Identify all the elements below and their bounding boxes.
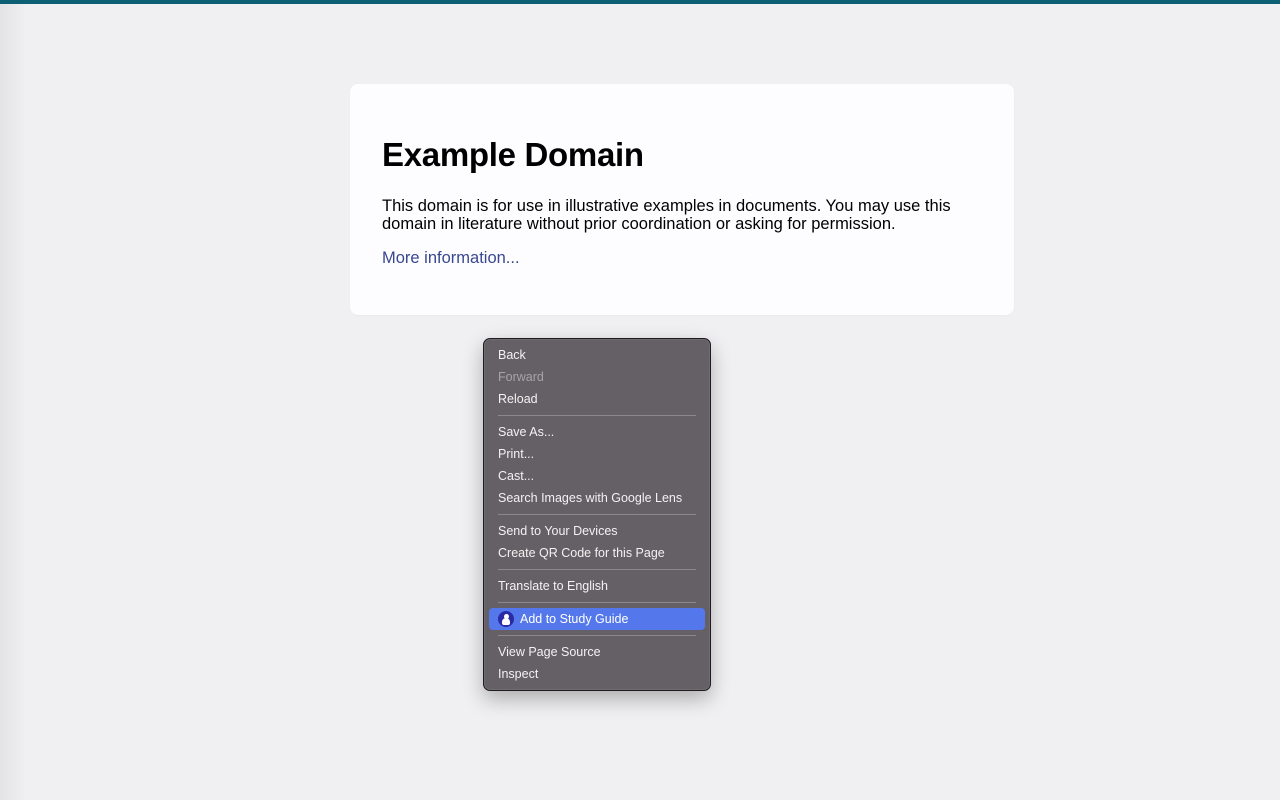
menu-item-inspect[interactable]: Inspect bbox=[489, 663, 705, 685]
menu-item-back[interactable]: Back bbox=[489, 344, 705, 366]
menu-separator bbox=[498, 415, 696, 416]
menu-item-send-to-devices[interactable]: Send to Your Devices bbox=[489, 520, 705, 542]
menu-separator bbox=[498, 635, 696, 636]
menu-separator bbox=[498, 514, 696, 515]
menu-item-view-page-source[interactable]: View Page Source bbox=[489, 641, 705, 663]
more-information-link[interactable]: More information... bbox=[382, 249, 520, 268]
page-description: This domain is for use in illustrative e… bbox=[382, 197, 951, 233]
menu-separator bbox=[498, 602, 696, 603]
context-menu: Back Forward Reload Save As... Print... … bbox=[483, 338, 711, 691]
menu-item-add-to-study-guide[interactable]: Add to Study Guide bbox=[489, 608, 705, 630]
content-card: Example Domain This domain is for use in… bbox=[350, 84, 1014, 315]
left-edge-shadow bbox=[0, 4, 26, 800]
menu-item-translate[interactable]: Translate to English bbox=[489, 575, 705, 597]
menu-item-google-lens[interactable]: Search Images with Google Lens bbox=[489, 487, 705, 509]
menu-item-create-qr-code[interactable]: Create QR Code for this Page bbox=[489, 542, 705, 564]
top-accent-bar bbox=[0, 0, 1280, 4]
menu-item-print[interactable]: Print... bbox=[489, 443, 705, 465]
menu-item-reload[interactable]: Reload bbox=[489, 388, 705, 410]
menu-item-label: Add to Study Guide bbox=[520, 612, 629, 626]
study-guide-extension-icon bbox=[498, 611, 514, 627]
menu-item-save-as[interactable]: Save As... bbox=[489, 421, 705, 443]
page-title: Example Domain bbox=[382, 136, 644, 173]
menu-item-cast[interactable]: Cast... bbox=[489, 465, 705, 487]
menu-separator bbox=[498, 569, 696, 570]
menu-item-forward: Forward bbox=[498, 370, 544, 384]
